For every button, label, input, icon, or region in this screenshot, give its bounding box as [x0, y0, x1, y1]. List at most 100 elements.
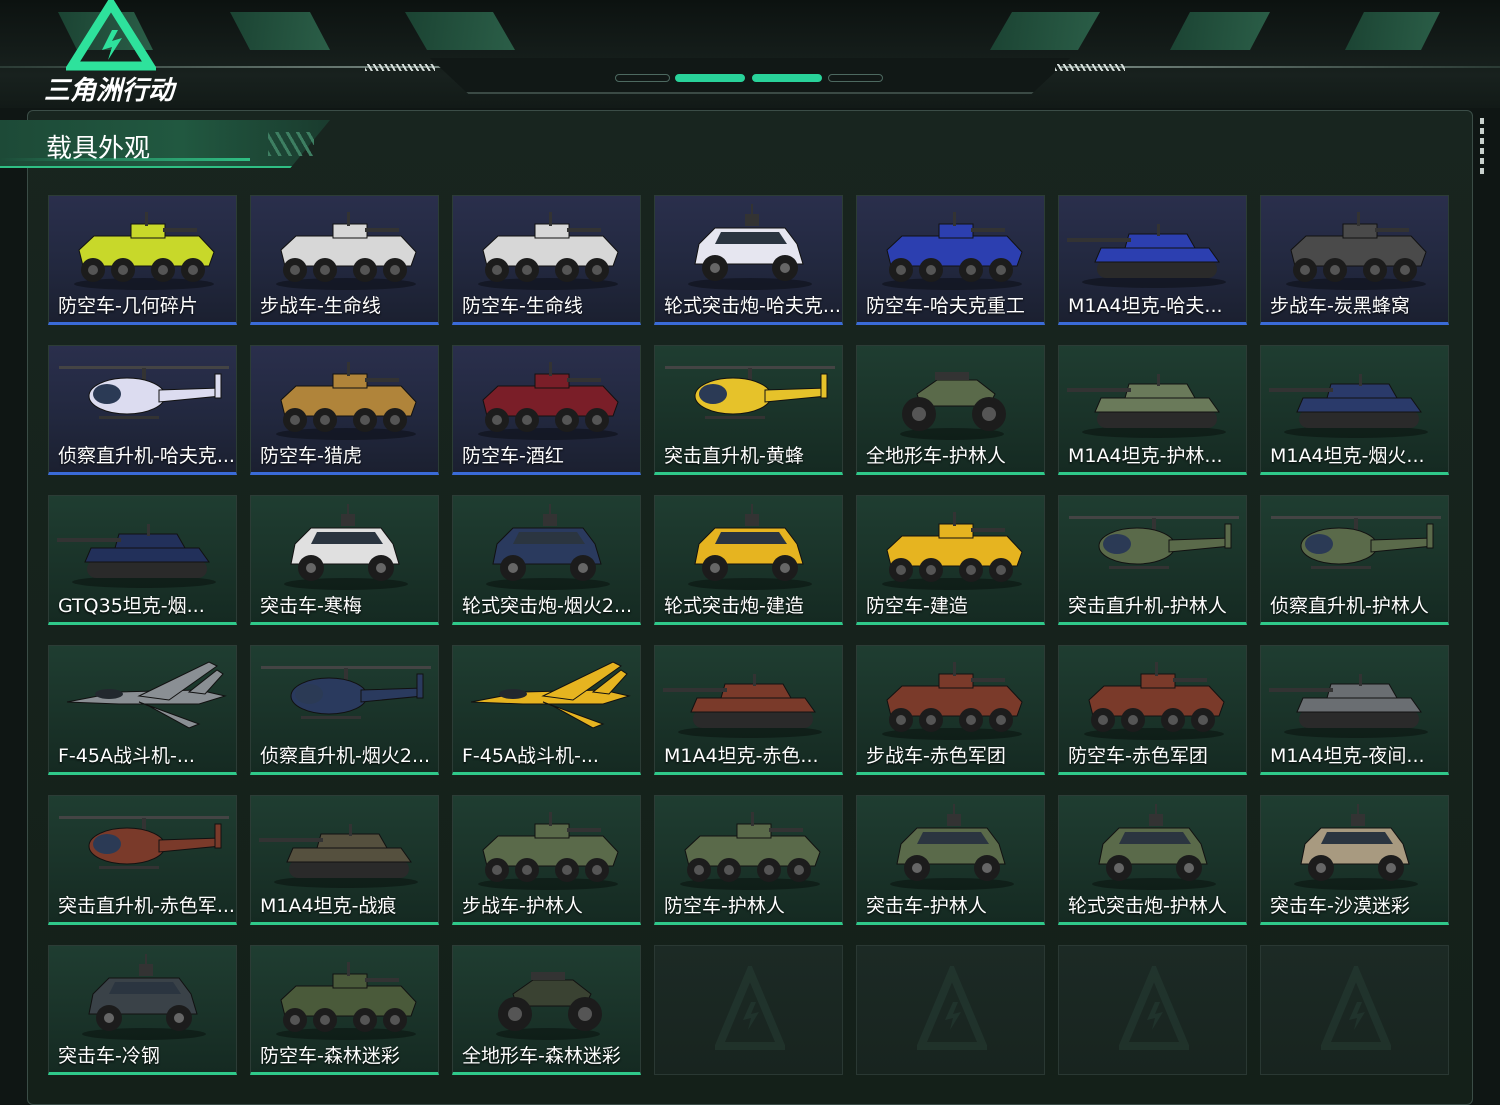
- vehicle-skin-name: 侦察直升机-哈夫克...: [58, 445, 235, 467]
- vehicle-skin-card[interactable]: F-45A战斗机-...: [48, 645, 237, 775]
- vehicle-skin-card[interactable]: 防空车-猎虎: [250, 345, 439, 475]
- vehicle-skin-name: 防空车-酒红: [462, 445, 564, 467]
- vehicle-skin-name: 轮式突击炮-建造: [664, 595, 804, 617]
- delta-watermark-icon: [1119, 966, 1189, 1050]
- wheeled-vehicle-icon: [882, 662, 1023, 740]
- page-indicator-3[interactable]: [752, 74, 822, 82]
- vehicle-skin-card[interactable]: 突击车-沙漠迷彩: [1260, 795, 1449, 925]
- title-decor: [268, 132, 314, 156]
- vehicle-skin-card[interactable]: 侦察直升机-护林人: [1260, 495, 1449, 625]
- vehicle-skin-card[interactable]: 步战车-赤色军团: [856, 645, 1045, 775]
- empty-slot[interactable]: [1260, 945, 1449, 1075]
- vehicle-skin-card[interactable]: F-45A战斗机-...: [452, 645, 641, 775]
- page-indicator-1[interactable]: [615, 74, 670, 82]
- vehicle-skin-card[interactable]: 轮式突击炮-护林人: [1058, 795, 1247, 925]
- wheeled-vehicle-icon: [276, 212, 417, 290]
- vehicle-skin-card[interactable]: 防空车-几何碎片: [48, 195, 237, 325]
- vehicle-skin-name: 防空车-森林迷彩: [260, 1045, 400, 1067]
- vehicle-skin-card[interactable]: 突击直升机-护林人: [1058, 495, 1247, 625]
- heli-vehicle-icon: [1271, 516, 1441, 569]
- vehicle-skin-card[interactable]: 步战车-生命线: [250, 195, 439, 325]
- car-vehicle-icon: [1092, 804, 1216, 890]
- vehicle-skin-card[interactable]: M1A4坦克-哈夫...: [1058, 195, 1247, 325]
- vehicle-skin-card[interactable]: 突击车-护林人: [856, 795, 1045, 925]
- heli-vehicle-icon: [59, 816, 229, 869]
- wheeled-vehicle-icon: [882, 512, 1023, 590]
- vehicle-skin-name: 步战车-生命线: [260, 295, 381, 317]
- car-vehicle-icon: [688, 504, 812, 590]
- vehicle-skin-name: 防空车-建造: [866, 595, 968, 617]
- tank-vehicle-icon: [1269, 374, 1428, 438]
- vehicle-skin-card[interactable]: GTQ35坦克-烟...: [48, 495, 237, 625]
- vehicle-skin-card[interactable]: 防空车-建造: [856, 495, 1045, 625]
- tank-vehicle-icon: [663, 674, 822, 738]
- wheeled-vehicle-icon: [882, 212, 1023, 290]
- game-logo-text: 三角洲行动: [44, 75, 175, 105]
- empty-slot[interactable]: [654, 945, 843, 1075]
- header-decor: [990, 12, 1100, 50]
- vehicle-skin-card[interactable]: 步战车-炭黑蜂窝: [1260, 195, 1449, 325]
- vehicle-skin-name: M1A4坦克-护林...: [1068, 445, 1223, 467]
- jet-vehicle-icon: [66, 661, 227, 729]
- wheeled-vehicle-icon: [680, 812, 821, 890]
- header-hatch: [1055, 64, 1125, 71]
- header-decor: [230, 12, 330, 50]
- vehicle-skin-name: M1A4坦克-赤色...: [664, 745, 819, 767]
- delta-watermark-icon: [917, 966, 987, 1050]
- car-vehicle-icon: [890, 804, 1014, 890]
- page-indicator-2[interactable]: [675, 74, 745, 82]
- vehicle-skin-card[interactable]: 防空车-赤色军团: [1058, 645, 1247, 775]
- vehicle-skin-grid: 防空车-几何碎片 步战车-生命线 防空车-生命线 轮式突击炮-哈夫克... 防空…: [48, 195, 1450, 1075]
- heli-vehicle-icon: [1069, 516, 1239, 569]
- page-indicator-4[interactable]: [828, 74, 883, 82]
- heli-vehicle-icon: [665, 366, 835, 419]
- vehicle-skin-card[interactable]: 突击车-寒梅: [250, 495, 439, 625]
- vehicle-skin-card[interactable]: M1A4坦克-赤色...: [654, 645, 843, 775]
- vehicle-skin-name: 侦察直升机-护林人: [1270, 595, 1429, 617]
- scrollbar[interactable]: [1480, 118, 1484, 178]
- vehicle-skin-name: 防空车-护林人: [664, 895, 785, 917]
- vehicle-skin-card[interactable]: M1A4坦克-夜间...: [1260, 645, 1449, 775]
- empty-slot[interactable]: [856, 945, 1045, 1075]
- wheeled-vehicle-icon: [478, 362, 619, 440]
- vehicle-skin-card[interactable]: 防空车-护林人: [654, 795, 843, 925]
- vehicle-skin-card[interactable]: 轮式突击炮-哈夫克...: [654, 195, 843, 325]
- vehicle-skin-card[interactable]: M1A4坦克-烟火...: [1260, 345, 1449, 475]
- vehicle-skin-name: 全地形车-护林人: [866, 445, 1006, 467]
- vehicle-skin-name: 突击直升机-护林人: [1068, 595, 1227, 617]
- vehicle-skin-name: M1A4坦克-战痕: [260, 895, 397, 917]
- vehicle-skin-name: 防空车-哈夫克重工: [866, 295, 1025, 317]
- wheeled-vehicle-icon: [478, 212, 619, 290]
- delta-watermark-icon: [715, 966, 785, 1050]
- tank-vehicle-icon: [1269, 674, 1428, 738]
- vehicle-skin-card[interactable]: 防空车-酒红: [452, 345, 641, 475]
- title-underline: [0, 158, 250, 161]
- vehicle-skin-name: 轮式突击炮-护林人: [1068, 895, 1227, 917]
- vehicle-skin-card[interactable]: M1A4坦克-战痕: [250, 795, 439, 925]
- vehicle-skin-card[interactable]: 全地形车-森林迷彩: [452, 945, 641, 1075]
- vehicle-skin-card[interactable]: 侦察直升机-哈夫克...: [48, 345, 237, 475]
- vehicle-skin-name: F-45A战斗机-...: [462, 745, 599, 767]
- car-vehicle-icon: [284, 504, 408, 590]
- vehicle-skin-name: 步战车-护林人: [462, 895, 583, 917]
- vehicle-skin-card[interactable]: 全地形车-护林人: [856, 345, 1045, 475]
- empty-slot[interactable]: [1058, 945, 1247, 1075]
- vehicle-skin-card[interactable]: 步战车-护林人: [452, 795, 641, 925]
- vehicle-skin-name: GTQ35坦克-烟...: [58, 595, 205, 617]
- vehicle-skin-card[interactable]: 突击车-冷钢: [48, 945, 237, 1075]
- vehicle-skin-card[interactable]: 突击直升机-赤色军...: [48, 795, 237, 925]
- car-vehicle-icon: [688, 204, 812, 290]
- header-decor: [1170, 12, 1270, 50]
- vehicle-skin-card[interactable]: M1A4坦克-护林...: [1058, 345, 1247, 475]
- vehicle-skin-card[interactable]: 突击直升机-黄蜂: [654, 345, 843, 475]
- tank-vehicle-icon: [1067, 224, 1226, 288]
- delta-logo-icon: [66, 0, 156, 71]
- vehicle-skin-card[interactable]: 防空车-森林迷彩: [250, 945, 439, 1075]
- vehicle-skin-card[interactable]: 侦察直升机-烟火2...: [250, 645, 439, 775]
- header-decor: [1345, 12, 1440, 50]
- vehicle-skin-card[interactable]: 防空车-生命线: [452, 195, 641, 325]
- vehicle-skin-card[interactable]: 防空车-哈夫克重工: [856, 195, 1045, 325]
- vehicle-skin-card[interactable]: 轮式突击炮-烟火2...: [452, 495, 641, 625]
- vehicle-skin-card[interactable]: 轮式突击炮-建造: [654, 495, 843, 625]
- vehicle-skin-name: M1A4坦克-烟火...: [1270, 445, 1425, 467]
